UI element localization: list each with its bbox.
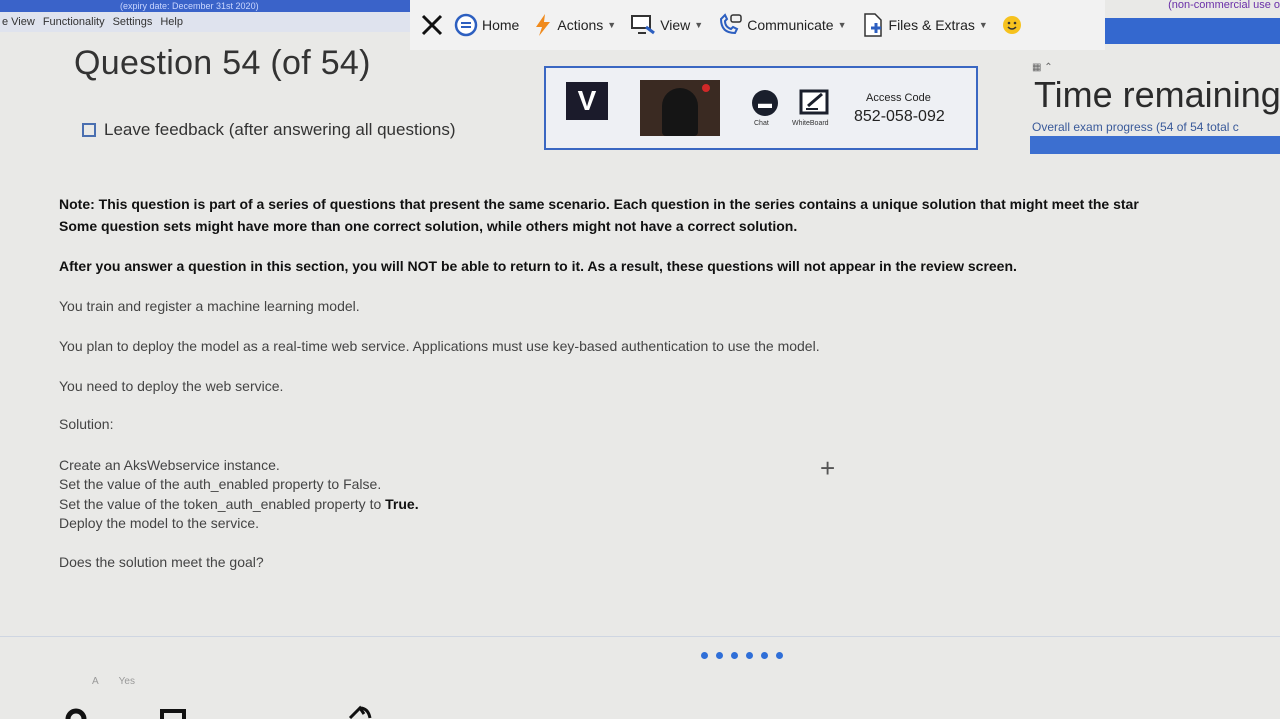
time-remaining-title: Time remaining bbox=[1034, 74, 1280, 115]
whiteboard-icon bbox=[799, 89, 829, 115]
checkbox-icon[interactable] bbox=[82, 123, 96, 137]
phone-chat-icon bbox=[720, 13, 742, 35]
note-line-3: After you answer a question in this sect… bbox=[59, 258, 1017, 274]
view-label: View bbox=[660, 17, 691, 33]
exam-progress-text: Overall exam progress (54 of 54 total c bbox=[1032, 120, 1239, 134]
dot bbox=[731, 652, 738, 659]
license-banner: (non-commercial use o bbox=[1105, 0, 1280, 18]
scenario-line-2: You plan to deploy the model as a real-t… bbox=[59, 338, 820, 354]
dot bbox=[776, 652, 783, 659]
dot bbox=[701, 652, 708, 659]
solution-label: Solution: bbox=[59, 416, 114, 432]
menu-view[interactable]: e View bbox=[2, 16, 35, 28]
scenario-line-3: You need to deploy the web service. bbox=[59, 378, 284, 394]
chat-icon: ▬ bbox=[758, 95, 772, 111]
divider bbox=[0, 636, 1280, 637]
leave-feedback-checkbox[interactable]: Leave feedback (after answering all ques… bbox=[82, 120, 456, 140]
dot bbox=[746, 652, 753, 659]
communicate-label: Communicate bbox=[747, 17, 834, 33]
note-line-1: Note: This question is part of a series … bbox=[59, 196, 1139, 212]
menu-bar: e View Functionality Settings Help bbox=[0, 12, 410, 32]
solution-step-3-value: True. bbox=[385, 496, 419, 512]
chevron-down-icon: ▼ bbox=[607, 20, 617, 30]
home-button[interactable]: Home bbox=[454, 13, 519, 37]
chevron-up-icon[interactable]: ⌃ bbox=[1044, 62, 1052, 73]
monitor-icon bbox=[160, 709, 186, 719]
lightning-icon bbox=[536, 14, 551, 36]
actions-menu[interactable]: Actions ▼ bbox=[533, 13, 616, 37]
header-accent-bar bbox=[1105, 18, 1280, 44]
close-icon bbox=[421, 14, 443, 36]
whiteboard-label: WhiteBoard bbox=[792, 120, 829, 127]
timer-controls[interactable]: ▦ ⌃ bbox=[1032, 62, 1053, 73]
home-icon bbox=[454, 13, 478, 37]
record-indicator-icon bbox=[702, 84, 710, 92]
solution-step-2: Set the value of the auth_enabled proper… bbox=[59, 476, 382, 492]
person-icon bbox=[662, 88, 698, 136]
title-bar: (expiry date: December 31st 2020) bbox=[0, 0, 410, 12]
home-label: Home bbox=[482, 17, 520, 33]
view-menu[interactable]: View ▼ bbox=[630, 13, 703, 37]
exam-progress-bar bbox=[1030, 136, 1280, 154]
question-title: Question 54 (of 54) bbox=[74, 44, 371, 82]
chevron-down-icon: ▼ bbox=[837, 20, 847, 30]
emoji-button[interactable] bbox=[1002, 15, 1022, 35]
access-code: 852-058-092 bbox=[854, 108, 945, 125]
crosshair-cursor-icon: + bbox=[820, 453, 836, 483]
undo-icon bbox=[348, 705, 372, 719]
files-extras-label: Files & Extras bbox=[888, 17, 975, 33]
loading-dots bbox=[701, 652, 783, 659]
answer-option-a-prefix: A bbox=[92, 676, 99, 687]
files-extras-menu[interactable]: Files & Extras ▼ bbox=[861, 12, 988, 38]
menu-settings[interactable]: Settings bbox=[113, 16, 153, 28]
whiteboard-button[interactable] bbox=[798, 88, 832, 116]
smiley-icon bbox=[1002, 16, 1021, 34]
solution-step-3-text: Set the value of the token_auth_enabled … bbox=[59, 496, 382, 512]
teamviewer-toolbar: Home Actions ▼ View ▼ Communicate ▼ File… bbox=[410, 0, 1105, 50]
chat-label: Chat bbox=[754, 120, 769, 127]
communicate-menu[interactable]: Communicate ▼ bbox=[717, 13, 847, 37]
feedback-label: Leave feedback (after answering all ques… bbox=[104, 120, 456, 139]
webcam-preview bbox=[640, 80, 720, 136]
grid-icon[interactable]: ▦ bbox=[1032, 62, 1041, 73]
vue-logo-icon: V bbox=[566, 82, 608, 120]
scenario-line-1: You train and register a machine learnin… bbox=[59, 298, 360, 314]
bottom-toolbar bbox=[65, 705, 372, 719]
actions-label: Actions bbox=[557, 17, 604, 33]
note-line-2: Some question sets might have more than … bbox=[59, 218, 798, 234]
monitor-icon bbox=[631, 15, 656, 35]
solution-step-1: Create an AksWebservice instance. bbox=[59, 457, 280, 473]
file-icon bbox=[863, 13, 882, 37]
answer-option-a[interactable]: A Yes bbox=[92, 676, 135, 687]
chat-button[interactable]: ▬ bbox=[752, 90, 778, 116]
solution-step-3: Set the value of the token_auth_enabled … bbox=[59, 496, 419, 512]
chevron-down-icon: ▼ bbox=[694, 20, 704, 30]
dot bbox=[716, 652, 723, 659]
answer-option-a-label: Yes bbox=[118, 676, 135, 687]
menu-functionality[interactable]: Functionality bbox=[43, 16, 105, 28]
chevron-down-icon: ▼ bbox=[978, 20, 988, 30]
proctor-panel: V ▬ Chat WhiteBoard Access Code 852-058-… bbox=[544, 66, 978, 150]
access-code-label: Access Code bbox=[866, 92, 931, 104]
menu-help[interactable]: Help bbox=[160, 16, 183, 28]
refresh-icon bbox=[65, 708, 87, 719]
title-bar-text: (expiry date: December 31st 2020) bbox=[120, 1, 259, 11]
close-button[interactable] bbox=[420, 13, 444, 37]
solution-step-4: Deploy the model to the service. bbox=[59, 515, 259, 531]
dot bbox=[761, 652, 768, 659]
goal-question: Does the solution meet the goal? bbox=[59, 554, 264, 570]
license-text: (non-commercial use o bbox=[1168, 0, 1280, 11]
